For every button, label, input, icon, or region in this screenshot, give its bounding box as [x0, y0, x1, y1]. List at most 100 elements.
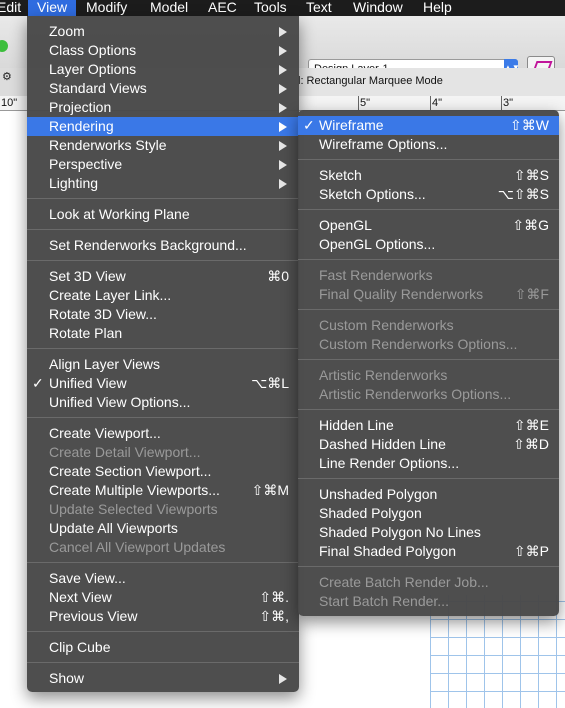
- rendering-item-hidden-line[interactable]: Hidden Line ⇧⌘E: [298, 416, 559, 435]
- menu-item-label: Create Detail Viewport...: [49, 444, 201, 460]
- menu-separator: [27, 417, 299, 418]
- submenu-arrow-icon: [279, 179, 287, 189]
- menubar-item-help[interactable]: Help: [423, 0, 452, 16]
- menu-item-label: Update All Viewports: [49, 520, 178, 536]
- view-menu-item-class-options[interactable]: Class Options: [27, 41, 299, 60]
- view-menu-item-update-selected-viewports: Update Selected Viewports: [27, 500, 299, 519]
- view-menu-item-rotate-plan[interactable]: Rotate Plan: [27, 324, 299, 343]
- submenu-arrow-icon: [279, 674, 287, 684]
- menubar-item-modify[interactable]: Modify: [86, 0, 127, 16]
- rendering-item-final-quality-renderworks: Final Quality Renderworks ⇧⌘F: [298, 285, 559, 304]
- view-menu-item-set-3d-view[interactable]: Set 3D View ⌘0: [27, 267, 299, 286]
- menubar-item-aec[interactable]: AEC: [208, 0, 237, 16]
- menubar-item-model[interactable]: Model: [150, 0, 188, 16]
- menu-item-label: Update Selected Viewports: [49, 501, 218, 517]
- rendering-item-dashed-hidden-line[interactable]: Dashed Hidden Line ⇧⌘D: [298, 435, 559, 454]
- menu-separator: [298, 259, 559, 260]
- menu-item-label: Previous View: [49, 608, 138, 624]
- rendering-item-opengl-options[interactable]: OpenGL Options...: [298, 235, 559, 254]
- menu-item-shortcut: ⇧⌘M: [251, 482, 289, 498]
- submenu-arrow-icon: [279, 65, 287, 75]
- rendering-item-sketch[interactable]: Sketch ⇧⌘S: [298, 166, 559, 185]
- rendering-item-final-shaded-polygon[interactable]: Final Shaded Polygon ⇧⌘P: [298, 542, 559, 561]
- menu-item-label: Final Quality Renderworks: [319, 286, 484, 302]
- view-menu-item-clip-cube[interactable]: Clip Cube: [27, 638, 299, 657]
- view-menu-item-rotate-3d-view[interactable]: Rotate 3D View...: [27, 305, 299, 324]
- view-menu-item-set-renderworks-background[interactable]: Set Renderworks Background...: [27, 236, 299, 255]
- menu-item-label: Line Render Options...: [319, 455, 460, 471]
- menubar-item-edit[interactable]: Edit: [0, 0, 21, 16]
- menu-separator: [298, 566, 559, 567]
- view-menu-item-zoom[interactable]: Zoom: [27, 22, 299, 41]
- rendering-item-shaded-polygon-no-lines[interactable]: Shaded Polygon No Lines: [298, 523, 559, 542]
- menu-item-shortcut: ⌘0: [267, 268, 289, 284]
- view-menu-item-cancel-all-viewport-updates: Cancel All Viewport Updates: [27, 538, 299, 557]
- submenu-arrow-icon: [279, 160, 287, 170]
- menu-separator: [27, 198, 299, 199]
- menu-separator: [298, 209, 559, 210]
- checkmark-icon: ✓: [303, 117, 315, 133]
- menu-item-label: Rendering: [49, 118, 114, 134]
- ruler-tick: 4": [429, 96, 443, 110]
- menu-separator: [27, 562, 299, 563]
- menu-item-label: Standard Views: [49, 80, 147, 96]
- view-menu-item-lighting[interactable]: Lighting: [27, 174, 299, 193]
- menu-item-label: Create Layer Link...: [49, 287, 172, 303]
- menu-item-label: Create Section Viewport...: [49, 463, 212, 479]
- menu-item-shortcut: ⇧⌘E: [513, 417, 549, 433]
- menu-item-label: OpenGL Options...: [319, 236, 436, 252]
- view-menu-item-show[interactable]: Show: [27, 669, 299, 688]
- view-menu-item-unified-view[interactable]: ✓ Unified View ⌥⌘L: [27, 374, 299, 393]
- rendering-item-opengl[interactable]: OpenGL ⇧⌘G: [298, 216, 559, 235]
- menu-separator: [298, 409, 559, 410]
- menu-item-label: Rotate 3D View...: [49, 306, 157, 322]
- ruler-tick: 3": [500, 96, 514, 110]
- rendering-item-wireframe-options[interactable]: Wireframe Options...: [298, 135, 559, 154]
- menubar-item-tools[interactable]: Tools: [254, 0, 287, 16]
- view-menu-item-renderworks-style[interactable]: Renderworks Style: [27, 136, 299, 155]
- menu-item-shortcut: ⌥⇧⌘S: [497, 186, 549, 202]
- view-menu-item-rendering[interactable]: Rendering: [27, 117, 299, 136]
- menu-item-label: Hidden Line: [319, 417, 394, 433]
- menu-item-label: Layer Options: [49, 61, 137, 77]
- rendering-item-line-render-options[interactable]: Line Render Options...: [298, 454, 559, 473]
- rendering-item-sketch-options[interactable]: Sketch Options... ⌥⇧⌘S: [298, 185, 559, 204]
- menu-separator: [27, 229, 299, 230]
- submenu-arrow-icon: [279, 122, 287, 132]
- view-menu-item-save-view[interactable]: Save View...: [27, 569, 299, 588]
- rendering-item-wireframe[interactable]: ✓ Wireframe ⇧⌘W: [298, 116, 559, 135]
- menu-item-label: Create Multiple Viewports...: [49, 482, 220, 498]
- menu-item-shortcut: ⌥⌘L: [251, 375, 289, 391]
- menu-item-label: Wireframe Options...: [319, 136, 448, 152]
- view-menu-item-standard-views[interactable]: Standard Views: [27, 79, 299, 98]
- view-menu-item-look-at-working-plane[interactable]: Look at Working Plane: [27, 205, 299, 224]
- menu-separator: [27, 260, 299, 261]
- view-menu-item-next-view[interactable]: Next View ⇧⌘.: [27, 588, 299, 607]
- menubar-item-window[interactable]: Window: [353, 0, 403, 16]
- flyover-tool-icon[interactable]: ⚙: [2, 70, 22, 84]
- rendering-item-shaded-polygon[interactable]: Shaded Polygon: [298, 504, 559, 523]
- menubar-item-view[interactable]: View: [28, 0, 76, 16]
- rendering-item-custom-renderworks-options: Custom Renderworks Options...: [298, 335, 559, 354]
- view-menu-item-previous-view[interactable]: Previous View ⇧⌘,: [27, 607, 299, 626]
- view-menu-item-align-layer-views[interactable]: Align Layer Views: [27, 355, 299, 374]
- view-menu-item-create-section-viewport[interactable]: Create Section Viewport...: [27, 462, 299, 481]
- menu-item-label: Zoom: [49, 23, 85, 39]
- view-menu-item-create-viewport[interactable]: Create Viewport...: [27, 424, 299, 443]
- mode-text: l: Rectangular Marquee Mode: [298, 75, 443, 87]
- menu-item-shortcut: ⇧⌘F: [514, 286, 549, 302]
- window-zoom-button[interactable]: [0, 40, 8, 52]
- view-menu-item-projection[interactable]: Projection: [27, 98, 299, 117]
- rendering-item-unshaded-polygon[interactable]: Unshaded Polygon: [298, 485, 559, 504]
- menu-item-label: Lighting: [49, 175, 99, 191]
- menu-item-label: Fast Renderworks: [319, 267, 433, 283]
- checkmark-icon: ✓: [32, 375, 44, 391]
- menubar-item-text[interactable]: Text: [306, 0, 332, 16]
- view-menu-item-unified-view-options[interactable]: Unified View Options...: [27, 393, 299, 412]
- view-menu-item-create-multiple-viewports[interactable]: Create Multiple Viewports... ⇧⌘M: [27, 481, 299, 500]
- view-menu-item-create-layer-link[interactable]: Create Layer Link...: [27, 286, 299, 305]
- menu-item-label: Save View...: [49, 570, 126, 586]
- view-menu-item-update-all-viewports[interactable]: Update All Viewports: [27, 519, 299, 538]
- view-menu-item-layer-options[interactable]: Layer Options: [27, 60, 299, 79]
- view-menu-item-perspective[interactable]: Perspective: [27, 155, 299, 174]
